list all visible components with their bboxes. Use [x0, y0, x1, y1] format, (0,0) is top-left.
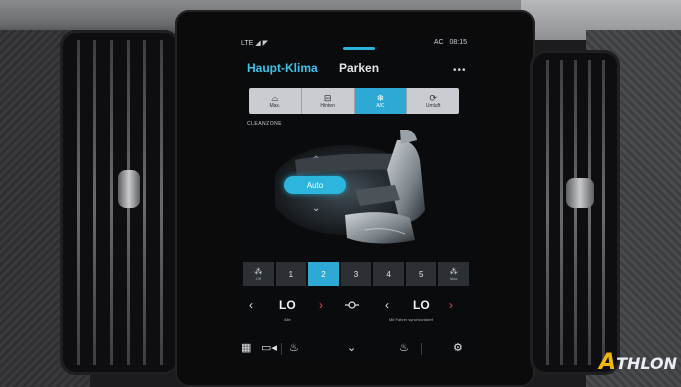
vent-knob-left[interactable]	[118, 170, 140, 208]
temp-right-increase-icon[interactable]: ›	[449, 298, 453, 312]
ac-button[interactable]: ❄ A/C	[354, 88, 408, 114]
rear-defrost-icon: ⊟	[323, 93, 332, 103]
heated-seat-right-icon[interactable]: ♨	[399, 341, 409, 354]
auto-button[interactable]: Auto	[284, 176, 346, 194]
temp-left-decrease-icon[interactable]: ‹	[249, 298, 253, 312]
temperature-row: ‹ LO Alle › ‹ LO Mit Fahrer synchronisie…	[235, 292, 475, 326]
temp-right-label: Mit Fahrer synchronisiert	[389, 317, 434, 322]
fan-speed-bar: ⁂ Off 1 2 3 4 5 ⁂ Max	[243, 262, 470, 286]
seat-illustration	[275, 130, 475, 260]
cleanzone-label[interactable]: CLEANZONE	[247, 121, 282, 127]
signal-status: LTE ◢ ◤	[241, 40, 268, 47]
heated-seat-left-icon[interactable]: ♨	[289, 341, 299, 354]
fan-level-2[interactable]: 2	[308, 262, 339, 286]
bottom-nav: ▦ ▭◂ ♨ ⌄ ♨ ⚙	[235, 335, 475, 363]
seat-graphic	[275, 130, 425, 244]
fan-level-4[interactable]: 4	[373, 262, 404, 286]
camera-icon[interactable]: ▭◂	[261, 341, 277, 354]
temp-left-increase-icon[interactable]: ›	[319, 298, 323, 312]
temp-right-decrease-icon[interactable]: ‹	[385, 298, 389, 312]
fan-icon: ⁂	[254, 267, 263, 276]
rear-defrost-button[interactable]: ⊟ Hinten	[302, 88, 355, 114]
fan-off-button[interactable]: ⁂ Off	[243, 262, 274, 286]
vent-knob-right[interactable]	[566, 178, 594, 208]
sync-temperature-icon[interactable]	[345, 300, 359, 310]
fan-icon: ⁂	[449, 267, 458, 276]
clock: 08:15	[449, 39, 467, 46]
windshield-defrost-icon: ⌓	[271, 93, 279, 103]
air-vent-right	[530, 50, 620, 375]
divider	[421, 343, 422, 355]
fan-level-5[interactable]: 5	[405, 262, 437, 286]
fan-max-button[interactable]: ⁂ Max	[438, 262, 470, 286]
fan-level-3[interactable]: 3	[340, 262, 372, 286]
temp-right-value: LO	[413, 298, 430, 312]
recirculation-button[interactable]: ⟳ Umluft	[407, 88, 459, 114]
more-menu-icon[interactable]: •••	[453, 65, 467, 76]
status-right: AC 08:15	[434, 39, 467, 46]
watermark-logo: ATHLON	[599, 350, 677, 375]
temp-left-value: LO	[279, 298, 296, 312]
snowflake-icon: ❄	[376, 93, 385, 103]
grid-apps-icon[interactable]: ▦	[241, 341, 251, 354]
climate-expand-chevron-icon[interactable]: ⌄	[347, 341, 356, 354]
chevron-down-icon[interactable]: ⌄	[312, 203, 320, 214]
divider	[281, 343, 282, 355]
climate-screen: LTE ◢ ◤ AC 08:15 Haupt-Klima Parken ••• …	[235, 35, 475, 365]
max-defrost-button[interactable]: ⌓ Max.	[249, 88, 302, 114]
defrost-button-bar: ⌓ Max. ⊟ Hinten ❄ A/C ⟳ Umluft	[249, 88, 459, 114]
top-drawer-handle[interactable]	[343, 47, 375, 50]
ac-indicator: AC	[433, 39, 444, 46]
recirculation-icon: ⟳	[429, 93, 437, 103]
tab-haupt-klima[interactable]: Haupt-Klima	[247, 61, 318, 75]
tab-parken[interactable]: Parken	[339, 61, 379, 75]
fan-level-1[interactable]: 1	[275, 262, 307, 286]
chevron-up-icon[interactable]: ⌃	[312, 155, 320, 166]
settings-gear-icon[interactable]: ⚙	[453, 341, 463, 354]
temp-left-label: Alle	[284, 317, 291, 322]
